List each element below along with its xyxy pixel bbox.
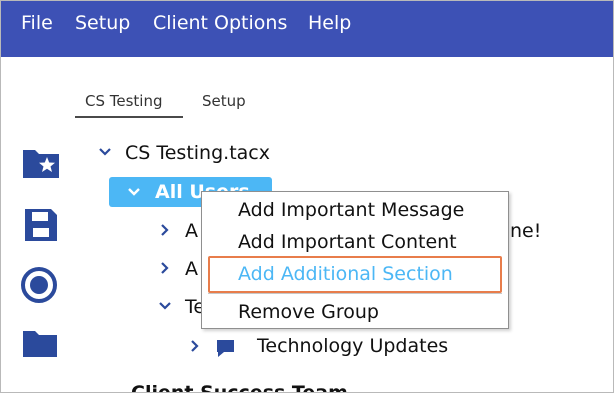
tree-node-label[interactable]: A: [185, 258, 198, 280]
highlight-annotation: [208, 256, 502, 293]
menu-item-remove-group[interactable]: Remove Group: [238, 301, 379, 323]
menu-item-add-important-content[interactable]: Add Important Content: [238, 231, 457, 253]
menu-separator: [208, 293, 502, 294]
app-window: File Setup Client Options Help CS Testin…: [0, 0, 614, 393]
active-tab-indicator: [75, 116, 183, 118]
folder-icon[interactable]: [21, 327, 61, 361]
chevron-down-icon[interactable]: [158, 300, 172, 312]
tree-leaf-label[interactable]: Technology Updates: [257, 335, 448, 357]
folder-star-icon[interactable]: [21, 146, 61, 180]
chevron-down-icon[interactable]: [127, 186, 141, 198]
chevron-right-icon[interactable]: [159, 223, 171, 237]
tab-setup[interactable]: Setup: [202, 91, 246, 111]
menu-help[interactable]: Help: [308, 11, 351, 35]
menu-client-options[interactable]: Client Options: [153, 11, 287, 35]
chevron-down-icon[interactable]: [98, 146, 112, 158]
menu-setup[interactable]: Setup: [75, 11, 130, 35]
message-icon: [217, 340, 234, 357]
menu-bar: File Setup Client Options Help: [1, 1, 613, 57]
tree-root-label[interactable]: CS Testing.tacx: [125, 142, 270, 164]
tree-node-label[interactable]: Client Success Team: [131, 382, 348, 392]
tree-node-label-suffix: ne!: [510, 220, 542, 242]
menu-item-add-important-message[interactable]: Add Important Message: [238, 199, 464, 221]
menu-file[interactable]: File: [21, 11, 53, 35]
tree-node-label[interactable]: A: [185, 220, 198, 242]
radio-target-icon[interactable]: [21, 265, 61, 305]
chevron-right-icon[interactable]: [189, 339, 201, 353]
chevron-right-icon[interactable]: [159, 261, 171, 275]
save-icon[interactable]: [21, 207, 61, 243]
tab-cs-testing[interactable]: CS Testing: [85, 91, 163, 111]
